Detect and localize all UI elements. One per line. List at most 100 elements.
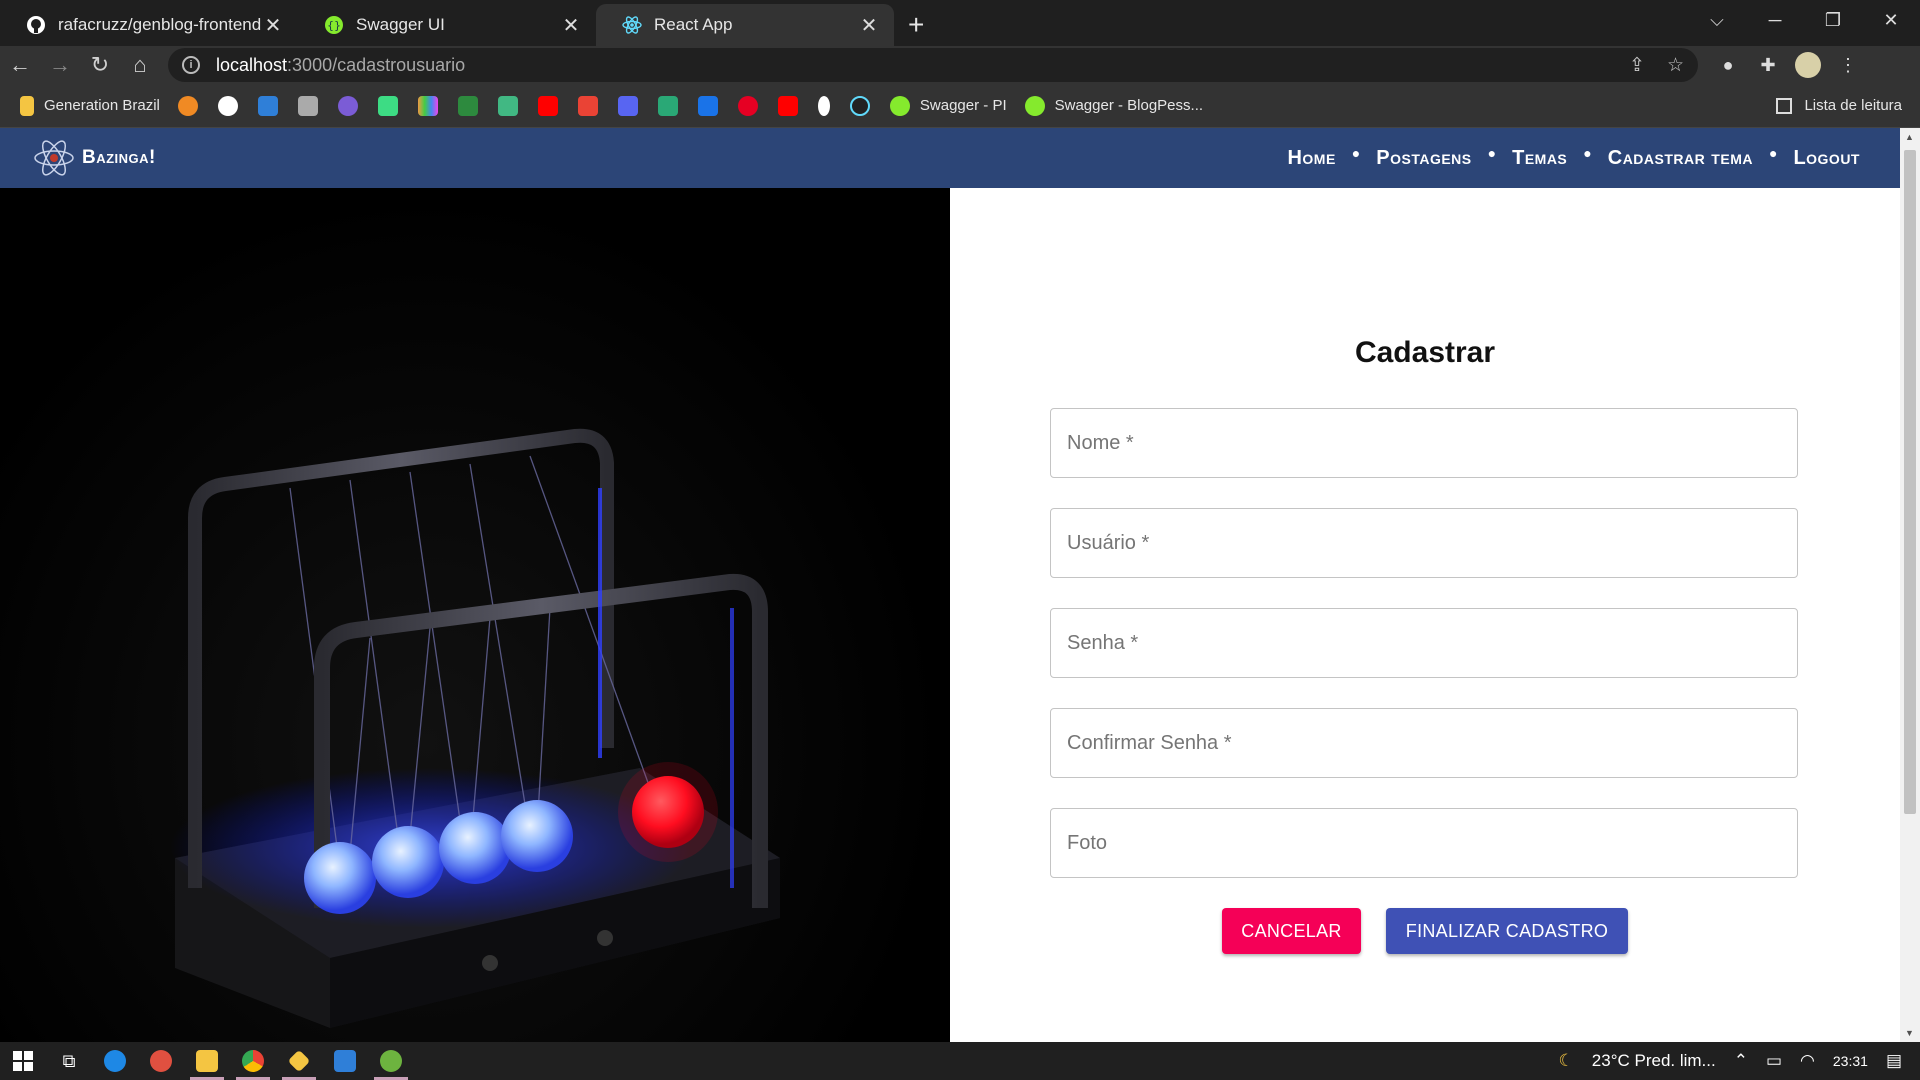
task-view-icon[interactable]: ⧉ <box>46 1042 92 1080</box>
home-icon[interactable]: ⌂ <box>120 46 160 84</box>
site-info-icon[interactable]: i <box>182 56 200 74</box>
file-explorer-icon[interactable] <box>184 1042 230 1080</box>
scroll-up-icon[interactable]: ▲ <box>1905 132 1914 142</box>
page-scrollbar[interactable]: ▲ ▼ <box>1900 128 1920 1042</box>
menu-separator: ● <box>1768 145 1778 161</box>
close-tab-icon[interactable]: ✕ <box>560 14 582 37</box>
robot-icon[interactable] <box>337 95 358 116</box>
tab-react-app[interactable]: React App ✕ <box>596 4 894 46</box>
windows-taskbar: ⧉ ☾ 23°C Pred. lim... ⌃ ▭ ◠ 23:31 ▤ <box>0 1042 1920 1080</box>
restore-icon[interactable]: ❐ <box>1804 0 1862 40</box>
clock-text[interactable]: 23:31 <box>1833 1053 1868 1069</box>
notifications-icon[interactable]: ▤ <box>1886 1051 1902 1071</box>
confirmar-senha-field[interactable] <box>1050 708 1798 778</box>
menu-logout[interactable]: Logout <box>1793 147 1860 170</box>
url-path: :3000/cadastrousuario <box>287 54 466 75</box>
youtube-icon[interactable] <box>537 95 558 116</box>
bookmark-swagger-pi[interactable]: Swagger - PI <box>889 95 1007 116</box>
minimize-icon[interactable]: ─ <box>1746 0 1804 40</box>
youtube-music-icon[interactable] <box>777 95 798 116</box>
tab-search-icon[interactable]: ⌵ <box>1688 0 1746 40</box>
menu-separator: ● <box>1487 145 1497 161</box>
folder-icon <box>20 95 34 116</box>
tab-github[interactable]: rafacruzz/genblog-frontend ✕ <box>0 4 298 46</box>
signup-form: Cadastrar CANCELAR FINALIZAR CADASTRO <box>950 188 1900 1042</box>
menu-cadastrar-tema[interactable]: Cadastrar tema <box>1608 147 1753 170</box>
nome-input[interactable] <box>1051 409 1797 477</box>
close-tab-icon[interactable]: ✕ <box>858 14 880 37</box>
back-icon[interactable]: ← <box>0 46 40 84</box>
bookmark-label: Generation Brazil <box>44 97 160 114</box>
extensions-icon[interactable]: ✚ <box>1748 55 1788 76</box>
edge-dev-icon[interactable] <box>92 1042 138 1080</box>
cloud-icon[interactable] <box>177 95 198 116</box>
wifi-icon[interactable]: ◠ <box>1800 1051 1815 1071</box>
colorful-grid-icon[interactable] <box>417 95 438 116</box>
close-window-icon[interactable]: ✕ <box>1862 0 1920 40</box>
spring-tool-icon[interactable] <box>368 1042 414 1080</box>
pinterest-icon[interactable] <box>737 95 758 116</box>
react-icon[interactable] <box>849 95 870 116</box>
bookmark-star-icon[interactable]: ☆ <box>1667 54 1684 77</box>
windows-start-icon[interactable] <box>0 1042 46 1080</box>
nome-field[interactable] <box>1050 408 1798 478</box>
usuario-input[interactable] <box>1051 509 1797 577</box>
url-text[interactable]: localhost:3000/cadastrousuario <box>216 55 1607 76</box>
scrollbar-thumb[interactable] <box>1904 150 1916 814</box>
meet-icon[interactable]: ▭ <box>1766 1051 1782 1071</box>
chrome-menu-icon[interactable]: ⋮ <box>1828 55 1868 76</box>
git-kraken-icon[interactable] <box>276 1042 322 1080</box>
logo[interactable]: Bazinga! <box>32 136 156 180</box>
browser-tab-strip: rafacruzz/genblog-frontend ✕ {} Swagger … <box>0 0 1920 46</box>
reading-list-label: Lista de leitura <box>1804 97 1902 114</box>
github-icon[interactable] <box>217 95 238 116</box>
android-icon[interactable] <box>377 95 398 116</box>
weather-moon-icon[interactable]: ☾ <box>1559 1051 1574 1071</box>
chrome-icon[interactable] <box>230 1042 276 1080</box>
new-tab-icon[interactable]: + <box>908 4 924 46</box>
forward-icon[interactable]: → <box>40 46 80 84</box>
vue-icon[interactable] <box>497 95 518 116</box>
address-bar[interactable]: i localhost:3000/cadastrousuario ⇪ ☆ <box>168 48 1698 82</box>
finalizar-cadastro-button[interactable]: FINALIZAR CADASTRO <box>1386 908 1628 954</box>
menu-home[interactable]: Home <box>1287 147 1335 170</box>
usuario-field[interactable] <box>1050 508 1798 578</box>
discord-extension-icon[interactable]: ● <box>1708 55 1748 76</box>
close-tab-icon[interactable]: ✕ <box>262 14 284 37</box>
cancel-button[interactable]: CANCELAR <box>1222 908 1361 954</box>
menu-separator: ● <box>1351 145 1361 161</box>
scroll-down-icon[interactable]: ▼ <box>1905 1028 1914 1038</box>
menu-temas[interactable]: Temas <box>1512 147 1567 170</box>
foto-input[interactable] <box>1051 809 1797 877</box>
newtons-cradle-image <box>0 188 950 1042</box>
linux-icon[interactable] <box>297 95 318 116</box>
tray-chevron-icon[interactable]: ⌃ <box>1734 1051 1748 1071</box>
reading-list[interactable]: Lista de leitura <box>1776 97 1902 114</box>
code-icon[interactable] <box>697 95 718 116</box>
menu-postagens[interactable]: Postagens <box>1376 147 1471 170</box>
bookmarks-bar: Generation Brazil Swagger - PI Swagger -… <box>0 84 1920 128</box>
swagger-icon <box>889 95 910 116</box>
senha-input[interactable] <box>1051 609 1797 677</box>
confirmar-senha-input[interactable] <box>1051 709 1797 777</box>
senha-field[interactable] <box>1050 608 1798 678</box>
system-tray: ☾ 23°C Pred. lim... ⌃ ▭ ◠ 23:31 ▤ <box>1559 1042 1920 1080</box>
tab-title: React App <box>654 15 733 34</box>
tab-title: Swagger UI <box>356 15 445 34</box>
tab-swagger[interactable]: {} Swagger UI ✕ <box>298 4 596 46</box>
vscode-icon[interactable] <box>322 1042 368 1080</box>
calendar-icon[interactable] <box>657 95 678 116</box>
vscode-icon[interactable] <box>257 95 278 116</box>
heart-icon[interactable] <box>817 95 830 116</box>
gmail-icon[interactable] <box>577 95 598 116</box>
crab-app-icon[interactable] <box>138 1042 184 1080</box>
w-icon[interactable] <box>457 95 478 116</box>
discord-icon[interactable] <box>617 95 638 116</box>
profile-avatar[interactable] <box>1788 52 1828 78</box>
weather-text[interactable]: 23°C Pred. lim... <box>1592 1051 1716 1071</box>
share-icon[interactable]: ⇪ <box>1629 54 1645 77</box>
foto-field[interactable] <box>1050 808 1798 878</box>
reload-icon[interactable]: ↻ <box>80 46 120 84</box>
bookmark-generation-brazil[interactable]: Generation Brazil <box>20 95 160 116</box>
bookmark-swagger-blog[interactable]: Swagger - BlogPess... <box>1024 95 1203 116</box>
